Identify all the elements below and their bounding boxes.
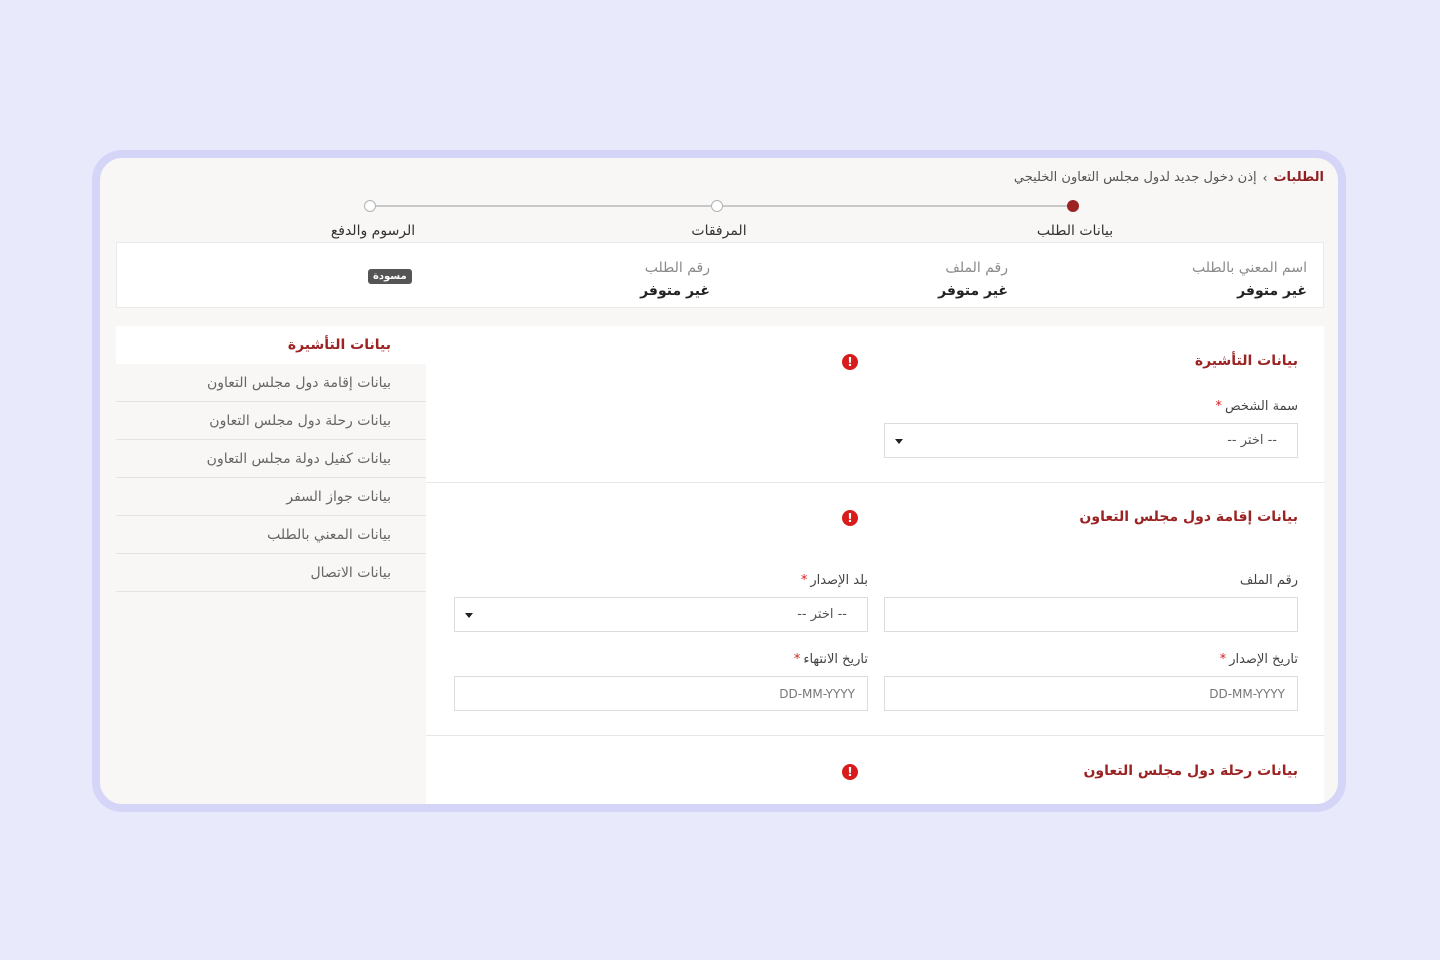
request-summary: اسم المعني بالطلب غير متوفر رقم الملف غي… bbox=[116, 242, 1324, 308]
nav-item-passport[interactable]: بيانات جواز السفر bbox=[116, 478, 426, 516]
breadcrumb: الطلبات › إذن دخول جديد لدول مجلس التعاو… bbox=[1014, 170, 1324, 185]
section-nav: بيانات التأشيرة بيانات إقامة دول مجلس ال… bbox=[116, 326, 426, 592]
nav-item-contact[interactable]: بيانات الاتصال bbox=[116, 554, 426, 592]
exclamation-circle-icon: ! bbox=[842, 510, 858, 526]
nav-item-gcc-trip[interactable]: بيانات رحلة دول مجلس التعاون bbox=[116, 402, 426, 440]
residence-file-no-input[interactable] bbox=[885, 598, 1297, 631]
section-visa: بيانات التأشيرة ! سمة الشخص* -- اختر -- bbox=[426, 326, 1324, 483]
step-dot-attachments bbox=[711, 200, 723, 212]
nav-item-applicant[interactable]: بيانات المعني بالطلب bbox=[116, 516, 426, 554]
summary-request-no-value: غير متوفر bbox=[640, 283, 710, 299]
summary-request-no: رقم الطلب غير متوفر bbox=[640, 260, 710, 299]
section-visa-title: بيانات التأشيرة bbox=[1194, 353, 1298, 369]
caret-down-icon bbox=[465, 613, 473, 618]
issue-date-field: تاريخ الإصدار* bbox=[884, 652, 1298, 711]
residence-file-no-input-wrap bbox=[884, 597, 1298, 632]
issue-country-select[interactable]: -- اختر -- bbox=[454, 597, 868, 632]
summary-applicant-label: اسم المعني بالطلب bbox=[1191, 260, 1307, 276]
summary-applicant-value: غير متوفر bbox=[1237, 283, 1307, 299]
summary-applicant: اسم المعني بالطلب غير متوفر bbox=[1192, 260, 1307, 299]
expiry-date-field: تاريخ الانتهاء* bbox=[454, 652, 868, 711]
exclamation-circle-icon: ! bbox=[842, 764, 858, 780]
section-residence-title: بيانات إقامة دول مجلس التعاون bbox=[1079, 509, 1298, 525]
issue-country-label: بلد الإصدار bbox=[810, 573, 868, 588]
residence-file-no-label: رقم الملف bbox=[1239, 573, 1298, 588]
person-attr-field: سمة الشخص* -- اختر -- bbox=[884, 399, 1298, 458]
person-attr-label: سمة الشخص bbox=[1225, 399, 1298, 414]
progress-stepper: بيانات الطلب المرفقات الرسوم والدفع bbox=[100, 194, 1338, 244]
step-dot-fees bbox=[364, 200, 376, 212]
summary-file-no-label: رقم الملف bbox=[945, 260, 1008, 276]
required-marker: * bbox=[1215, 399, 1223, 414]
nav-item-visa[interactable]: بيانات التأشيرة bbox=[116, 326, 426, 364]
section-trip-title: بيانات رحلة دول مجلس التعاون bbox=[1083, 763, 1298, 779]
breadcrumb-current: إذن دخول جديد لدول مجلس التعاون الخليجي bbox=[1013, 170, 1257, 185]
expiry-date-label: تاريخ الانتهاء bbox=[803, 652, 868, 667]
issue-date-input-wrap bbox=[884, 676, 1298, 711]
required-marker: * bbox=[800, 573, 808, 588]
step-label-fees[interactable]: الرسوم والدفع bbox=[331, 223, 415, 239]
breadcrumb-root-link[interactable]: الطلبات bbox=[1273, 170, 1324, 185]
summary-file-no: رقم الملف غير متوفر bbox=[938, 260, 1008, 299]
person-attr-select[interactable]: -- اختر -- bbox=[884, 423, 1298, 458]
summary-request-no-label: رقم الطلب bbox=[644, 260, 710, 276]
section-gcc-residence: بيانات إقامة دول مجلس التعاون ! رقم المل… bbox=[426, 483, 1324, 736]
residence-file-no-field: رقم الملف bbox=[884, 573, 1298, 632]
issue-date-label: تاريخ الإصدار bbox=[1229, 652, 1298, 667]
breadcrumb-separator: › bbox=[1262, 170, 1268, 185]
issue-country-field: بلد الإصدار* -- اختر -- bbox=[454, 573, 868, 632]
nav-item-gcc-sponsor[interactable]: بيانات كفيل دولة مجلس التعاون bbox=[116, 440, 426, 478]
step-dot-request-data bbox=[1067, 200, 1079, 212]
required-marker: * bbox=[1219, 652, 1227, 667]
summary-file-no-value: غير متوفر bbox=[938, 283, 1008, 299]
issue-country-value: -- اختر -- bbox=[797, 607, 847, 622]
expiry-date-input[interactable] bbox=[455, 677, 867, 710]
exclamation-circle-icon: ! bbox=[842, 354, 858, 370]
app-frame: الطلبات › إذن دخول جديد لدول مجلس التعاو… bbox=[92, 150, 1346, 812]
section-gcc-trip: بيانات رحلة دول مجلس التعاون ! bbox=[426, 736, 1324, 804]
step-label-request-data[interactable]: بيانات الطلب bbox=[1037, 223, 1113, 239]
nav-item-gcc-residence[interactable]: بيانات إقامة دول مجلس التعاون bbox=[116, 364, 426, 402]
step-label-attachments[interactable]: المرفقات bbox=[691, 223, 746, 239]
caret-down-icon bbox=[895, 439, 903, 444]
person-attr-value: -- اختر -- bbox=[1227, 433, 1277, 448]
expiry-date-input-wrap bbox=[454, 676, 868, 711]
issue-date-input[interactable] bbox=[885, 677, 1297, 710]
form-content: بيانات التأشيرة ! سمة الشخص* -- اختر -- … bbox=[426, 326, 1324, 804]
status-badge: مسودة bbox=[368, 269, 412, 284]
required-marker: * bbox=[793, 652, 801, 667]
